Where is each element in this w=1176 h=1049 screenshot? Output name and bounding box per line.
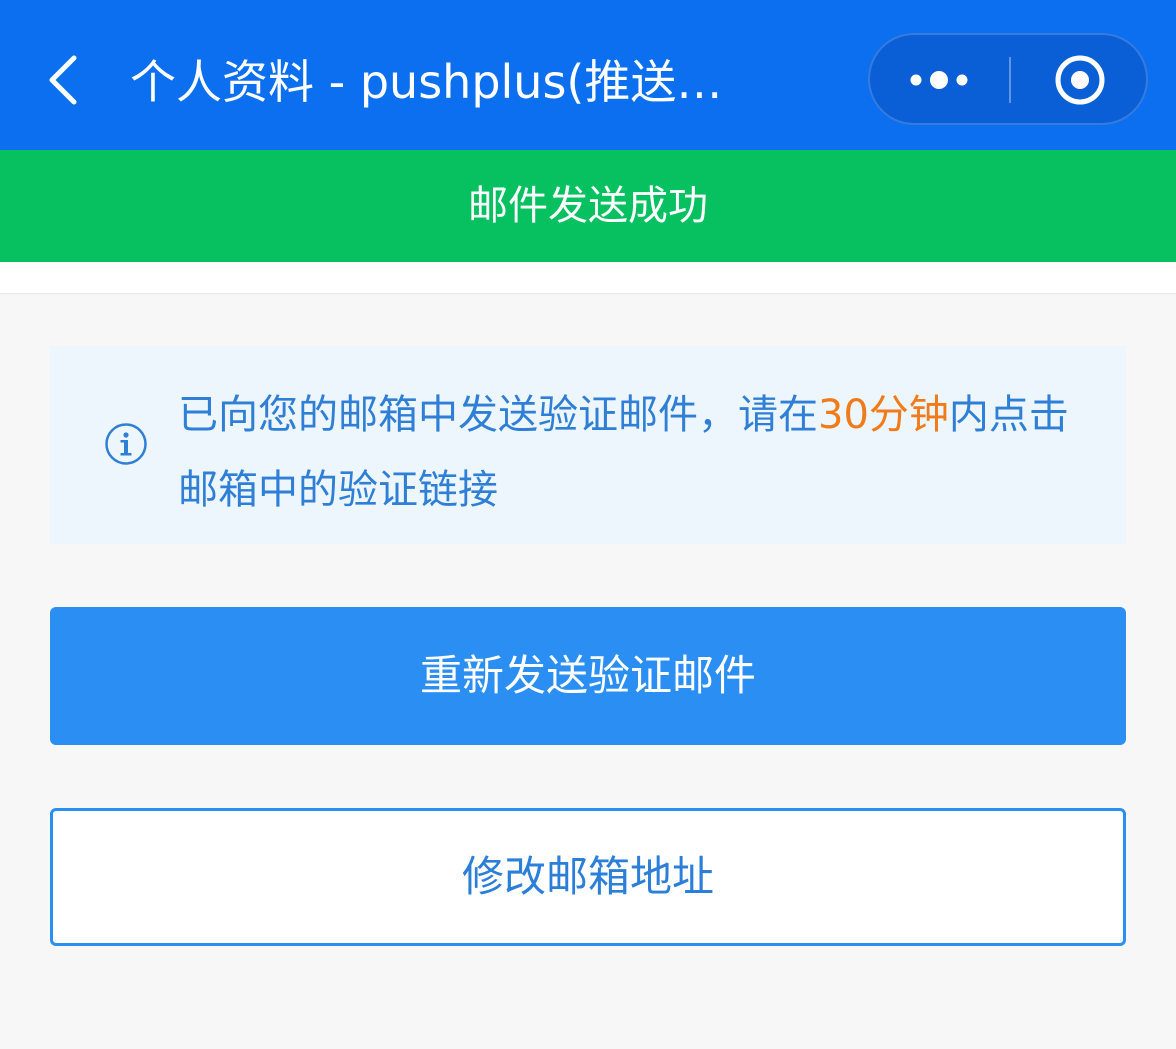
success-toast: 邮件发送成功 <box>0 150 1176 262</box>
page-title: 个人资料 - pushplus(推送… <box>130 55 723 109</box>
target-circle-icon <box>1055 55 1105 105</box>
top-navigation-bar: 个人资料 - pushplus(推送… <box>0 0 1176 150</box>
chevron-left-icon <box>49 55 77 105</box>
resend-verification-button[interactable]: 重新发送验证邮件 <box>50 607 1126 745</box>
more-button[interactable] <box>870 35 1010 123</box>
notice-highlight: 30分钟 <box>818 392 949 438</box>
close-mini-program-button[interactable] <box>1011 35 1148 123</box>
notice-text: 已向您的邮箱中发送验证邮件，请在30分钟内点击邮箱中的验证链接 <box>178 378 1078 528</box>
change-email-button[interactable]: 修改邮箱地址 <box>50 808 1126 946</box>
mini-program-capsule <box>868 33 1148 125</box>
notice-text-before: 已向您的邮箱中发送验证邮件，请在 <box>178 392 818 438</box>
notice-box: 已向您的邮箱中发送验证邮件，请在30分钟内点击邮箱中的验证链接 <box>50 346 1126 544</box>
more-dots-icon <box>910 71 968 89</box>
back-button[interactable] <box>40 50 90 110</box>
header-strip <box>0 262 1176 294</box>
info-icon <box>105 423 147 465</box>
